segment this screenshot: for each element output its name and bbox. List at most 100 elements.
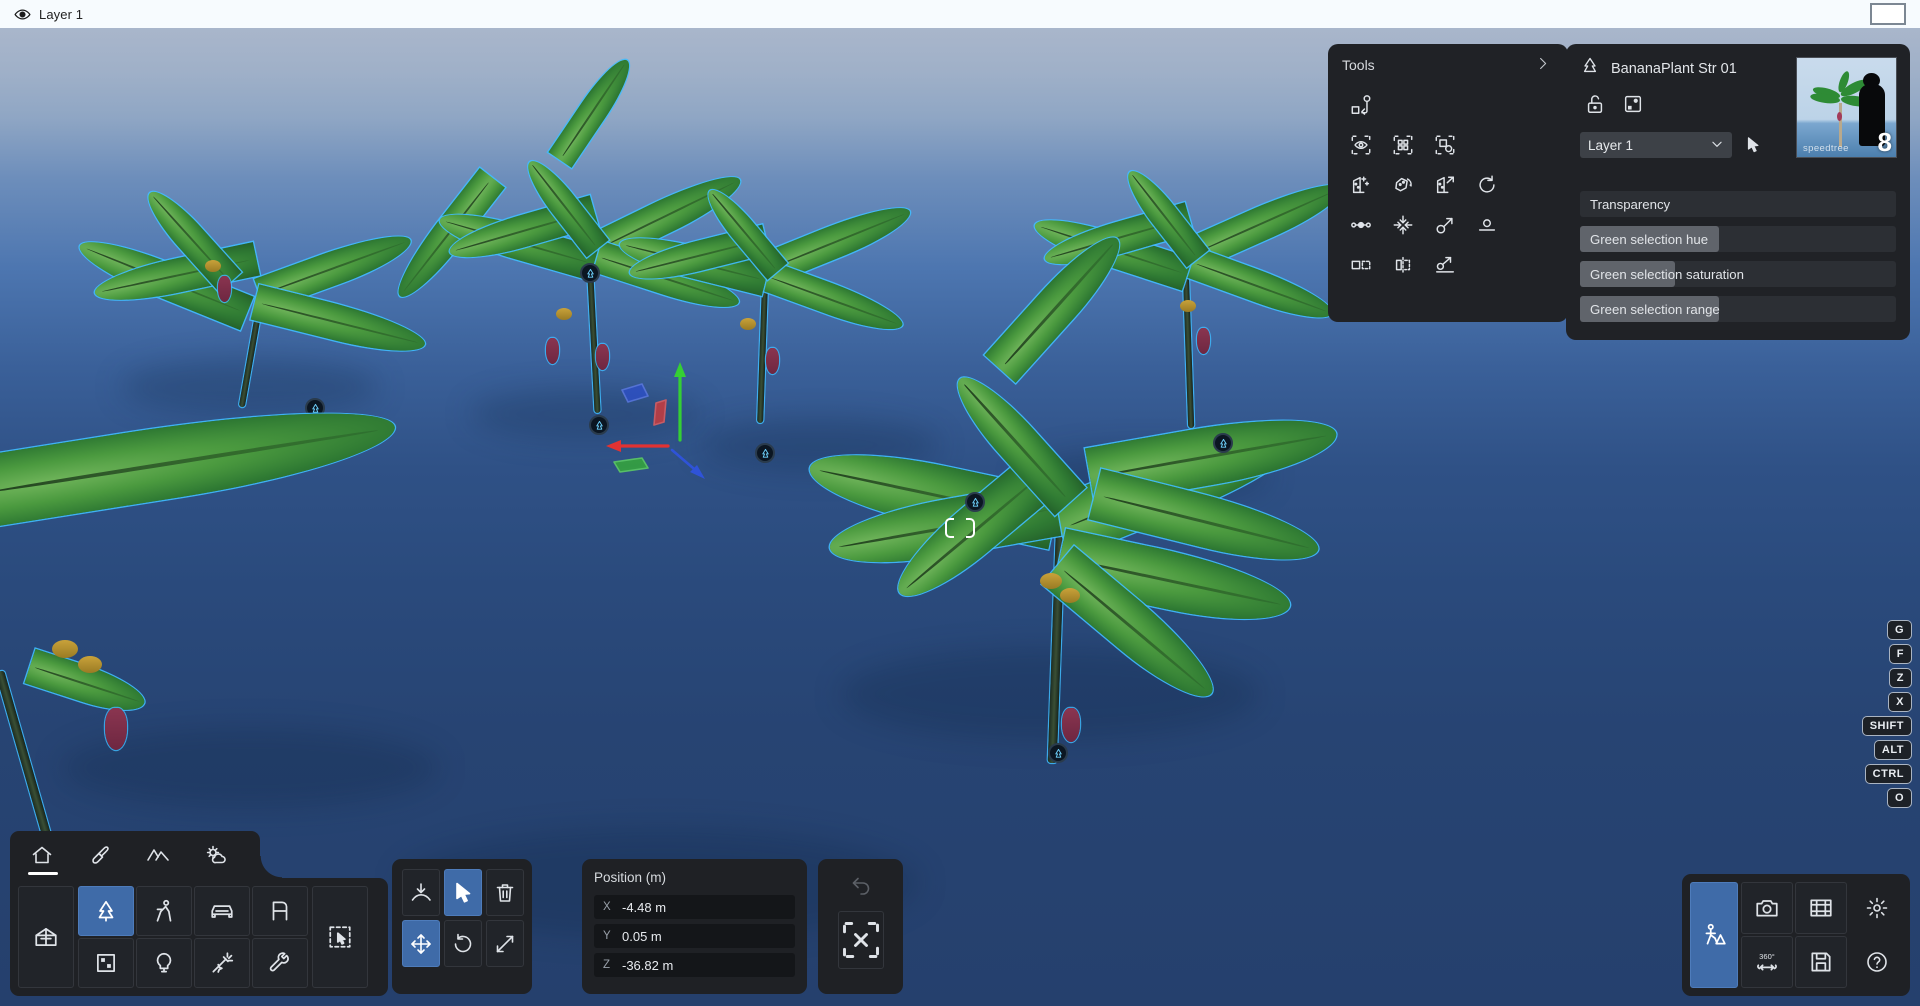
position-value-x: -4.48 m	[622, 900, 666, 915]
plant-selection-pin[interactable]	[965, 492, 985, 512]
drop-to-ground-icon[interactable]	[1468, 208, 1506, 242]
key-ctrl[interactable]: CTRL	[1865, 764, 1912, 784]
position-value-z: -36.82 m	[622, 958, 673, 973]
slider-label: Transparency	[1580, 197, 1670, 212]
category-vegetation[interactable]	[78, 886, 134, 936]
key-f[interactable]: F	[1889, 644, 1912, 664]
top-bar: Layer 1	[0, 0, 1920, 28]
plant-selection-pin[interactable]	[1213, 433, 1233, 453]
scale-image-icon[interactable]	[1622, 93, 1644, 120]
category-lighting[interactable]	[136, 938, 192, 988]
undo-panel	[818, 859, 903, 994]
mirror-icon[interactable]	[1384, 248, 1422, 282]
move-tool[interactable]	[402, 920, 440, 967]
asset-browser-panel	[10, 831, 388, 996]
scatter-randomize-icon[interactable]	[1342, 168, 1380, 202]
film-button[interactable]	[1795, 882, 1847, 934]
plant-selection-pin[interactable]	[589, 415, 609, 435]
tab-home[interactable]	[18, 833, 66, 877]
key-g[interactable]: G	[1887, 620, 1912, 640]
view-actions-panel: 360°	[1682, 874, 1910, 996]
position-panel: Position (m) X -4.48 m Y 0.05 m Z -36.82…	[582, 859, 807, 994]
key-shift[interactable]: SHIFT	[1862, 716, 1912, 736]
position-field-z[interactable]: Z -36.82 m	[594, 953, 795, 977]
tab-weather[interactable]	[192, 833, 240, 877]
category-buildings[interactable]	[18, 886, 74, 988]
plant-selection-pin[interactable]	[1048, 743, 1068, 763]
tools-panel: Tools	[1328, 44, 1568, 322]
chevron-down-icon	[1710, 137, 1724, 154]
tree-icon	[1580, 56, 1600, 81]
walk-person-icon[interactable]	[1690, 882, 1738, 988]
convert-to-proxy-icon[interactable]	[1342, 88, 1380, 122]
align-normal-icon[interactable]	[1426, 208, 1464, 242]
category-vehicles[interactable]	[194, 886, 250, 936]
unlock-icon[interactable]	[1584, 93, 1606, 120]
key-alt[interactable]: ALT	[1874, 740, 1912, 760]
place-on-ground-tool[interactable]	[402, 869, 440, 916]
thumbnail-badge: 8	[1878, 129, 1892, 155]
align-slope-icon[interactable]	[1426, 248, 1464, 282]
plant-flower	[546, 338, 559, 364]
select-all-grid-icon[interactable]	[1384, 128, 1422, 162]
duplicate-icon[interactable]	[1342, 248, 1380, 282]
rotate-tool[interactable]	[444, 920, 482, 967]
window-restore-box[interactable]	[1870, 3, 1906, 25]
plant-fruit	[52, 640, 78, 658]
slider-green-saturation[interactable]: Green selection saturation	[1580, 261, 1896, 287]
category-people[interactable]	[136, 886, 192, 936]
svg-text:360°: 360°	[1759, 952, 1775, 961]
save-button[interactable]	[1795, 936, 1847, 988]
tab-paint[interactable]	[76, 833, 124, 877]
plant-flower	[766, 348, 779, 374]
plant-selection-pin[interactable]	[580, 263, 600, 283]
chevron-right-icon[interactable]	[1531, 56, 1554, 74]
slider-green-hue[interactable]: Green selection hue	[1580, 226, 1896, 252]
collapse-to-center-icon[interactable]	[1384, 208, 1422, 242]
panorama-button[interactable]: 360°	[1741, 936, 1793, 988]
key-x[interactable]: X	[1888, 692, 1912, 712]
tools-row-4	[1342, 208, 1554, 242]
random-scale-icon[interactable]	[1426, 168, 1464, 202]
select-visible-icon[interactable]	[1342, 128, 1380, 162]
plant-selection-pin[interactable]	[755, 443, 775, 463]
scale-tool[interactable]	[486, 920, 524, 967]
marquee-select-icon[interactable]	[312, 886, 368, 988]
gizmo-xy-plane	[622, 384, 648, 402]
clear-selection-button[interactable]	[838, 911, 884, 969]
help-button[interactable]	[1852, 936, 1902, 988]
category-tools[interactable]	[252, 938, 308, 988]
pointer-icon[interactable]	[1744, 136, 1762, 154]
select-tool[interactable]	[444, 869, 482, 916]
object-thumbnail: 8 speedtree	[1796, 57, 1897, 158]
key-o[interactable]: O	[1887, 788, 1912, 808]
category-effects[interactable]	[194, 938, 250, 988]
select-similar-icon[interactable]	[1426, 128, 1464, 162]
slider-transparency[interactable]: Transparency	[1580, 191, 1896, 217]
category-texture[interactable]	[78, 938, 134, 988]
plant-fruit	[205, 260, 221, 272]
reset-rotation-icon[interactable]	[1468, 168, 1506, 202]
random-rotate-icon[interactable]	[1384, 168, 1422, 202]
category-furniture[interactable]	[252, 886, 308, 936]
slider-green-range[interactable]: Green selection range	[1580, 296, 1896, 322]
object-properties-panel: BananaPlant Str 01 Layer 1	[1566, 44, 1910, 340]
undo-button[interactable]	[849, 872, 873, 901]
tools-row-3	[1342, 168, 1554, 202]
key-z[interactable]: Z	[1889, 668, 1912, 688]
align-path-icon[interactable]	[1342, 208, 1380, 242]
plant-fruit	[1040, 573, 1062, 589]
asset-type-grid	[78, 886, 308, 988]
layer-select[interactable]: Layer 1	[1580, 132, 1732, 158]
translate-gizmo[interactable]	[608, 358, 718, 478]
settings-button[interactable]	[1852, 882, 1902, 934]
capture-grid: 360°	[1741, 882, 1847, 988]
position-field-x[interactable]: X -4.48 m	[594, 895, 795, 919]
position-field-y[interactable]: Y 0.05 m	[594, 924, 795, 948]
tab-terrain[interactable]	[134, 833, 182, 877]
slider-label: Green selection range	[1580, 302, 1720, 317]
screenshot-button[interactable]	[1741, 882, 1793, 934]
position-value-y: 0.05 m	[622, 929, 662, 944]
delete-tool[interactable]	[486, 869, 524, 916]
eye-icon[interactable]	[14, 6, 31, 23]
